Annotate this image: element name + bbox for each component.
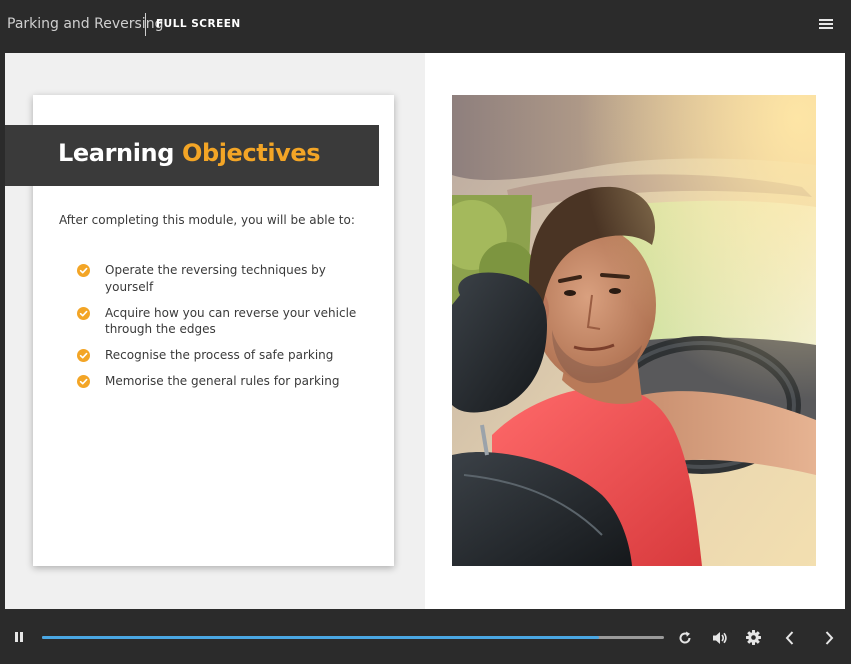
check-circle-icon — [77, 349, 90, 362]
progress-bar[interactable] — [42, 636, 664, 639]
pause-icon — [15, 632, 23, 642]
fullscreen-button[interactable]: FULL SCREEN — [156, 18, 241, 30]
menu-button[interactable] — [817, 16, 835, 32]
objective-text: Operate the reversing techniques by your… — [105, 263, 326, 294]
objective-item: Acquire how you can reverse your vehicle… — [77, 305, 377, 338]
top-bar: Parking and Reversing FULL SCREEN — [0, 0, 851, 52]
check-circle-icon — [77, 306, 90, 320]
objective-text: Acquire how you can reverse your vehicle… — [105, 305, 357, 337]
intro-text: After completing this module, you will b… — [59, 213, 355, 227]
replay-icon — [679, 631, 691, 644]
pause-button[interactable] — [12, 629, 26, 645]
settings-icon — [746, 630, 761, 645]
check-circle-icon — [77, 375, 90, 388]
objective-text: Memorise the general rules for parking — [105, 374, 340, 388]
volume-button[interactable] — [711, 629, 729, 647]
objective-item: Memorise the general rules for parking — [77, 373, 377, 390]
slide-title-part2: Objectives — [181, 139, 321, 167]
check-circle-icon — [77, 264, 90, 277]
objective-item: Operate the reversing techniques by your… — [77, 262, 377, 295]
slide-title-part1: Learning — [58, 139, 174, 167]
slide: Learning Objectives After completing thi… — [5, 53, 845, 609]
objective-item: Recognise the process of safe parking — [77, 347, 377, 364]
settings-button[interactable] — [745, 629, 762, 646]
player-controls — [0, 609, 851, 664]
objective-text: Recognise the process of safe parking — [105, 348, 334, 362]
progress-fill — [42, 636, 599, 639]
objectives-list: Operate the reversing techniques by your… — [77, 262, 377, 399]
previous-button[interactable] — [783, 629, 797, 647]
driver-photo — [452, 95, 816, 566]
title-divider — [145, 13, 146, 36]
volume-icon — [713, 632, 727, 644]
previous-icon — [785, 631, 794, 645]
next-button[interactable] — [822, 629, 836, 647]
course-title: Parking and Reversing — [7, 16, 164, 32]
next-icon — [825, 631, 834, 645]
slide-title: Learning Objectives — [58, 139, 321, 167]
replay-button[interactable] — [677, 630, 693, 646]
